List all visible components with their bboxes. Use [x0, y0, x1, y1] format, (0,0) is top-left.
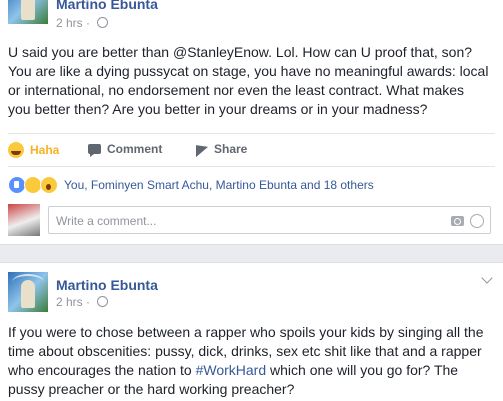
emoji-icon[interactable] [470, 214, 484, 228]
haha-icon [8, 142, 24, 158]
reactions-summary[interactable]: You, Fominyen Smart Achu, Martino Ebunta… [8, 176, 374, 194]
haha-button[interactable]: Haha [8, 142, 59, 158]
comment-composer: Write a comment... [8, 204, 495, 236]
comment-button[interactable]: Comment [88, 142, 162, 157]
share-button[interactable]: Share [196, 140, 247, 158]
comment-input[interactable]: Write a comment... [48, 206, 491, 234]
post-body: If you were to chose between a rapper wh… [8, 324, 484, 397]
globe-icon [97, 296, 109, 307]
wow-reaction-icon [40, 176, 58, 194]
post-body: U said you are better than @StanleyEnow.… [8, 44, 489, 117]
author-avatar[interactable] [8, 0, 48, 24]
post-actions: Haha Comment Share [8, 133, 495, 167]
chevron-down-icon[interactable] [481, 272, 493, 284]
user-avatar [8, 204, 40, 236]
comment-icon [88, 144, 101, 157]
post-timestamp[interactable]: 2 hrs · [56, 295, 109, 309]
author-avatar[interactable] [8, 272, 48, 312]
camera-icon[interactable] [451, 216, 464, 226]
hashtag-link[interactable]: #WorkHard [196, 362, 267, 378]
post-timestamp[interactable]: 2 hrs · [56, 16, 109, 30]
author-name[interactable]: Martino Ebunta [56, 277, 158, 293]
author-name[interactable]: Martino Ebunta [56, 0, 158, 12]
share-icon [196, 140, 208, 158]
post-2: Martino Ebunta 2 hrs · If you were to ch… [0, 262, 503, 401]
post-1: Martino Ebunta 2 hrs · U said you are be… [0, 0, 503, 245]
globe-icon [97, 17, 109, 28]
